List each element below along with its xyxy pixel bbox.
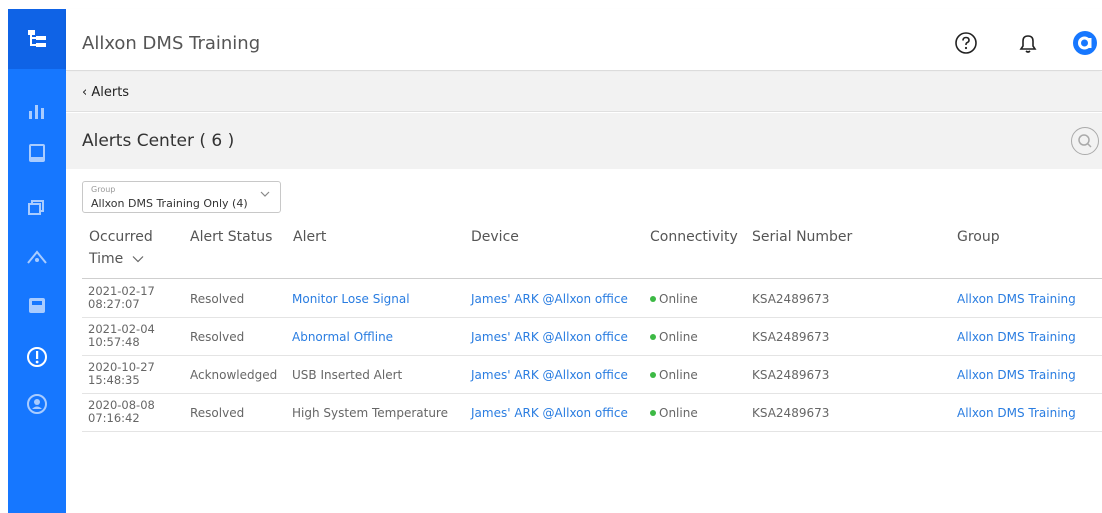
- inbox-icon: [29, 298, 45, 313]
- header-serial-number: Serial Number: [752, 229, 853, 245]
- header-time-label: Time: [89, 251, 124, 267]
- sidebar-item-devices[interactable]: [8, 135, 66, 171]
- serial-number: KSA2489673: [752, 330, 830, 344]
- alert-link[interactable]: Abnormal Offline: [292, 330, 393, 344]
- sidebar-item-dashboard[interactable]: [8, 92, 66, 128]
- alert-link[interactable]: Monitor Lose Signal: [292, 292, 410, 306]
- connectivity-status: Online: [650, 368, 698, 382]
- connectivity-status: Online: [650, 292, 698, 306]
- breadcrumb-label: Alerts: [91, 85, 130, 100]
- header-group: Group: [957, 229, 1000, 245]
- serial-number: KSA2489673: [752, 406, 830, 420]
- alert-status: Resolved: [190, 330, 245, 344]
- layers-icon: [28, 200, 44, 215]
- online-dot-icon: [650, 371, 656, 378]
- sidebar-item-account[interactable]: [8, 386, 66, 422]
- help-icon: [955, 32, 977, 54]
- header-alert-status: Alert Status: [190, 229, 273, 245]
- app-title: Allxon DMS Training: [82, 33, 261, 54]
- alert-text: High System Temperature: [292, 406, 448, 420]
- chevron-left-icon: ‹: [82, 85, 88, 100]
- sidebar-menu-button[interactable]: [8, 9, 66, 69]
- header-device: Device: [471, 229, 519, 245]
- occurred-time: 2020-08-08 07:16:42: [88, 399, 155, 425]
- table-row[interactable]: 2021-02-17 08:27:07 Resolved Monitor Lose…: [82, 280, 1102, 318]
- occurred-time: 2021-02-17 08:27:07: [88, 285, 155, 311]
- occurred-time: 2020-10-27 15:48:35: [88, 361, 155, 387]
- signal-icon: [27, 250, 47, 264]
- user-shield-icon: [27, 394, 47, 414]
- sort-chevron-icon: [132, 256, 144, 263]
- group-filter-value: Allxon DMS Training Only (4): [91, 197, 248, 210]
- occurred-time: 2021-02-04 10:57:48: [88, 323, 155, 349]
- device-link[interactable]: James' ARK @Allxon office: [471, 368, 628, 382]
- group-filter-label: Group: [91, 185, 116, 194]
- online-dot-icon: [650, 295, 656, 302]
- alert-text: USB Inserted Alert: [292, 368, 403, 382]
- bell-icon: [1019, 35, 1037, 53]
- header-occurred-label: Occurred: [89, 229, 153, 245]
- device-link[interactable]: James' ARK @Allxon office: [471, 330, 628, 344]
- header-divider: [82, 278, 1102, 279]
- back-link[interactable]: ‹ Alerts: [82, 85, 129, 100]
- help-button[interactable]: [953, 30, 979, 56]
- group-link[interactable]: Allxon DMS Training: [957, 406, 1076, 420]
- online-dot-icon: [650, 333, 656, 340]
- chevron-down-icon: [260, 191, 270, 197]
- online-dot-icon: [650, 409, 656, 416]
- sidebar-item-alerts[interactable]: [8, 339, 66, 375]
- top-bar: Allxon DMS Training: [66, 9, 1102, 71]
- page-title: Alerts Center ( 6 ): [82, 131, 235, 151]
- group-link[interactable]: Allxon DMS Training: [957, 368, 1076, 382]
- device-link[interactable]: James' ARK @Allxon office: [471, 292, 628, 306]
- group-filter-select[interactable]: Group Allxon DMS Training Only (4): [82, 181, 281, 213]
- header-alert: Alert: [293, 229, 327, 245]
- allxon-logo-icon: [1073, 31, 1097, 55]
- notifications-button[interactable]: [1015, 30, 1041, 56]
- alert-status: Resolved: [190, 292, 245, 306]
- connectivity-label: Online: [659, 368, 698, 382]
- connectivity-status: Online: [650, 406, 698, 420]
- device-icon: [29, 144, 45, 162]
- device-link[interactable]: James' ARK @Allxon office: [471, 406, 628, 420]
- occurred-clock: 07:16:42: [88, 411, 140, 425]
- occurred-clock: 08:27:07: [88, 297, 140, 311]
- occurred-clock: 10:57:48: [88, 335, 140, 349]
- sidebar: [8, 9, 66, 513]
- alert-status: Resolved: [190, 406, 245, 420]
- serial-number: KSA2489673: [752, 368, 830, 382]
- connectivity-label: Online: [659, 406, 698, 420]
- tree-menu-icon: [28, 30, 46, 47]
- occurred-clock: 15:48:35: [88, 373, 140, 387]
- connectivity-label: Online: [659, 292, 698, 306]
- connectivity-status: Online: [650, 330, 698, 344]
- search-button[interactable]: [1071, 127, 1099, 155]
- table-row[interactable]: 2020-08-08 07:16:42 Resolved High System …: [82, 394, 1102, 432]
- header-connectivity: Connectivity: [650, 229, 738, 245]
- table-row[interactable]: 2021-02-04 10:57:48 Resolved Abnormal Off…: [82, 318, 1102, 356]
- table-row[interactable]: 2020-10-27 15:48:35 Acknowledged USB Inse…: [82, 356, 1102, 394]
- alert-icon: [27, 347, 47, 367]
- serial-number: KSA2489673: [752, 292, 830, 306]
- header-time-sort[interactable]: Time: [89, 251, 153, 267]
- sidebar-item-network[interactable]: [8, 240, 66, 276]
- alert-status: Acknowledged: [190, 368, 278, 382]
- group-link[interactable]: Allxon DMS Training: [957, 292, 1076, 306]
- user-avatar[interactable]: [1072, 30, 1098, 56]
- search-icon: [1078, 134, 1092, 148]
- sidebar-item-inbox[interactable]: [8, 287, 66, 323]
- breadcrumb: ‹ Alerts: [66, 72, 1102, 112]
- sidebar-item-apps[interactable]: [8, 189, 66, 225]
- page-header: Alerts Center ( 6 ): [66, 113, 1102, 169]
- bar-chart-icon: [29, 105, 44, 119]
- connectivity-label: Online: [659, 330, 698, 344]
- header-occurred-time[interactable]: Occurred Time: [89, 229, 153, 267]
- group-link[interactable]: Allxon DMS Training: [957, 330, 1076, 344]
